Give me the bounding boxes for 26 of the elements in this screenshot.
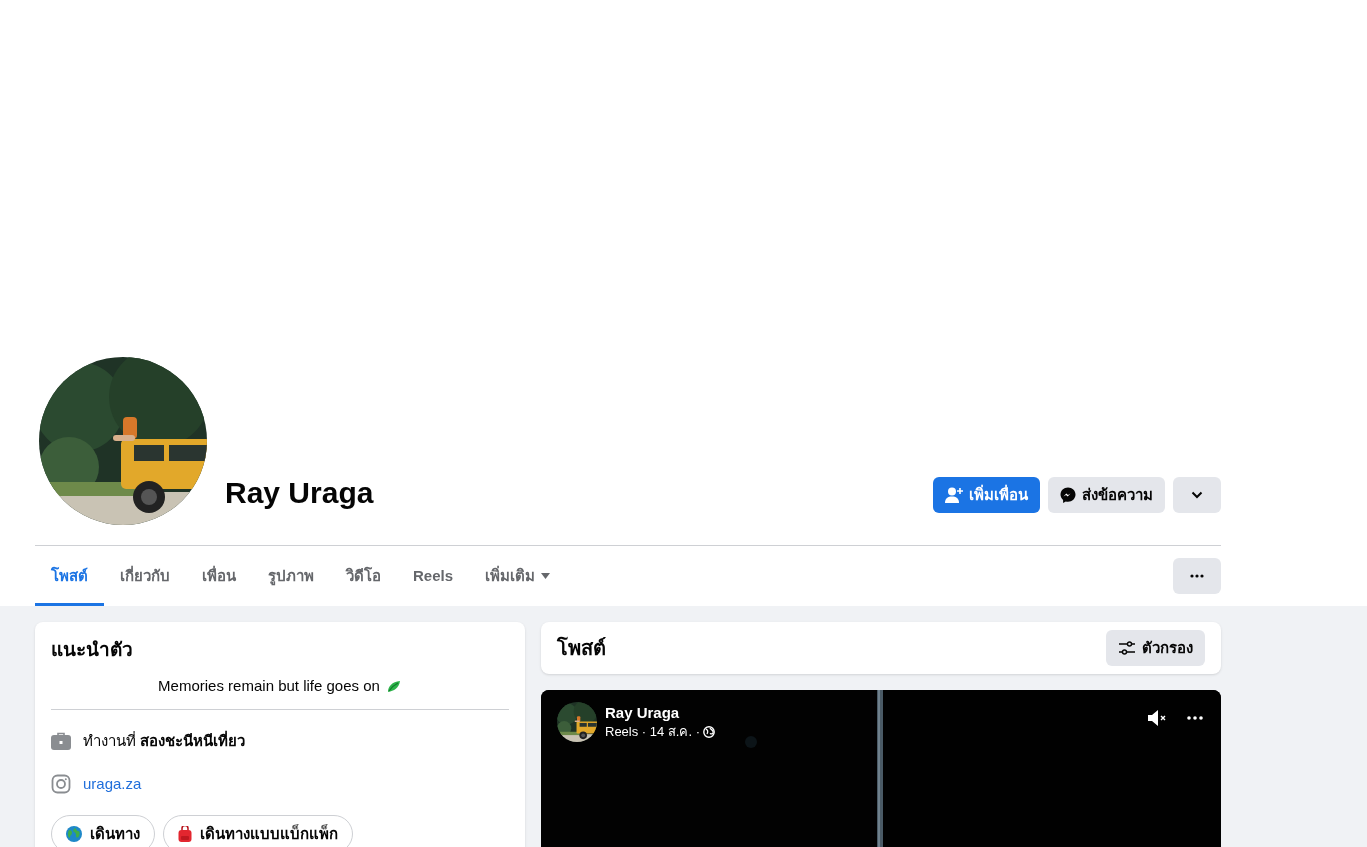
profile-tab[interactable]: เพิ่มเติม: [469, 546, 567, 606]
profile-name: Ray Uraga: [225, 475, 374, 511]
more-icon: [1190, 574, 1204, 578]
instagram-icon: [51, 773, 71, 794]
profile-tab[interactable]: รูปภาพ: [252, 546, 330, 606]
backpack-icon: [178, 826, 192, 842]
filter-icon: [1118, 641, 1136, 655]
globe-icon: [66, 826, 82, 842]
profile-tab[interactable]: โพสต์: [35, 546, 104, 606]
work-text: ทำงานที่ สองชะนีหนีเที่ยว: [83, 730, 246, 751]
caret-icon: [541, 573, 551, 579]
profile-tab[interactable]: เพื่อน: [186, 546, 252, 606]
profile-tab[interactable]: วิดีโอ: [330, 546, 397, 606]
chevron-down-icon: [1191, 491, 1203, 499]
messenger-icon: [1060, 487, 1076, 503]
posts-title: โพสต์: [557, 635, 606, 661]
add-person-icon: [945, 487, 963, 503]
intro-title: แนะนำตัว: [51, 638, 134, 662]
add-friend-button[interactable]: เพิ่มเพื่อน: [933, 477, 1040, 513]
filter-button[interactable]: ตัวกรอง: [1106, 630, 1205, 666]
briefcase-icon: [51, 732, 71, 751]
bio-text: Memories remain but life goes on: [158, 675, 380, 696]
profile-tab[interactable]: Reels: [397, 546, 470, 606]
instagram-link[interactable]: uraga.za: [83, 772, 142, 795]
profile-tab[interactable]: เกี่ยวกับ: [104, 546, 186, 606]
message-button[interactable]: ส่งข้อความ: [1048, 477, 1165, 513]
